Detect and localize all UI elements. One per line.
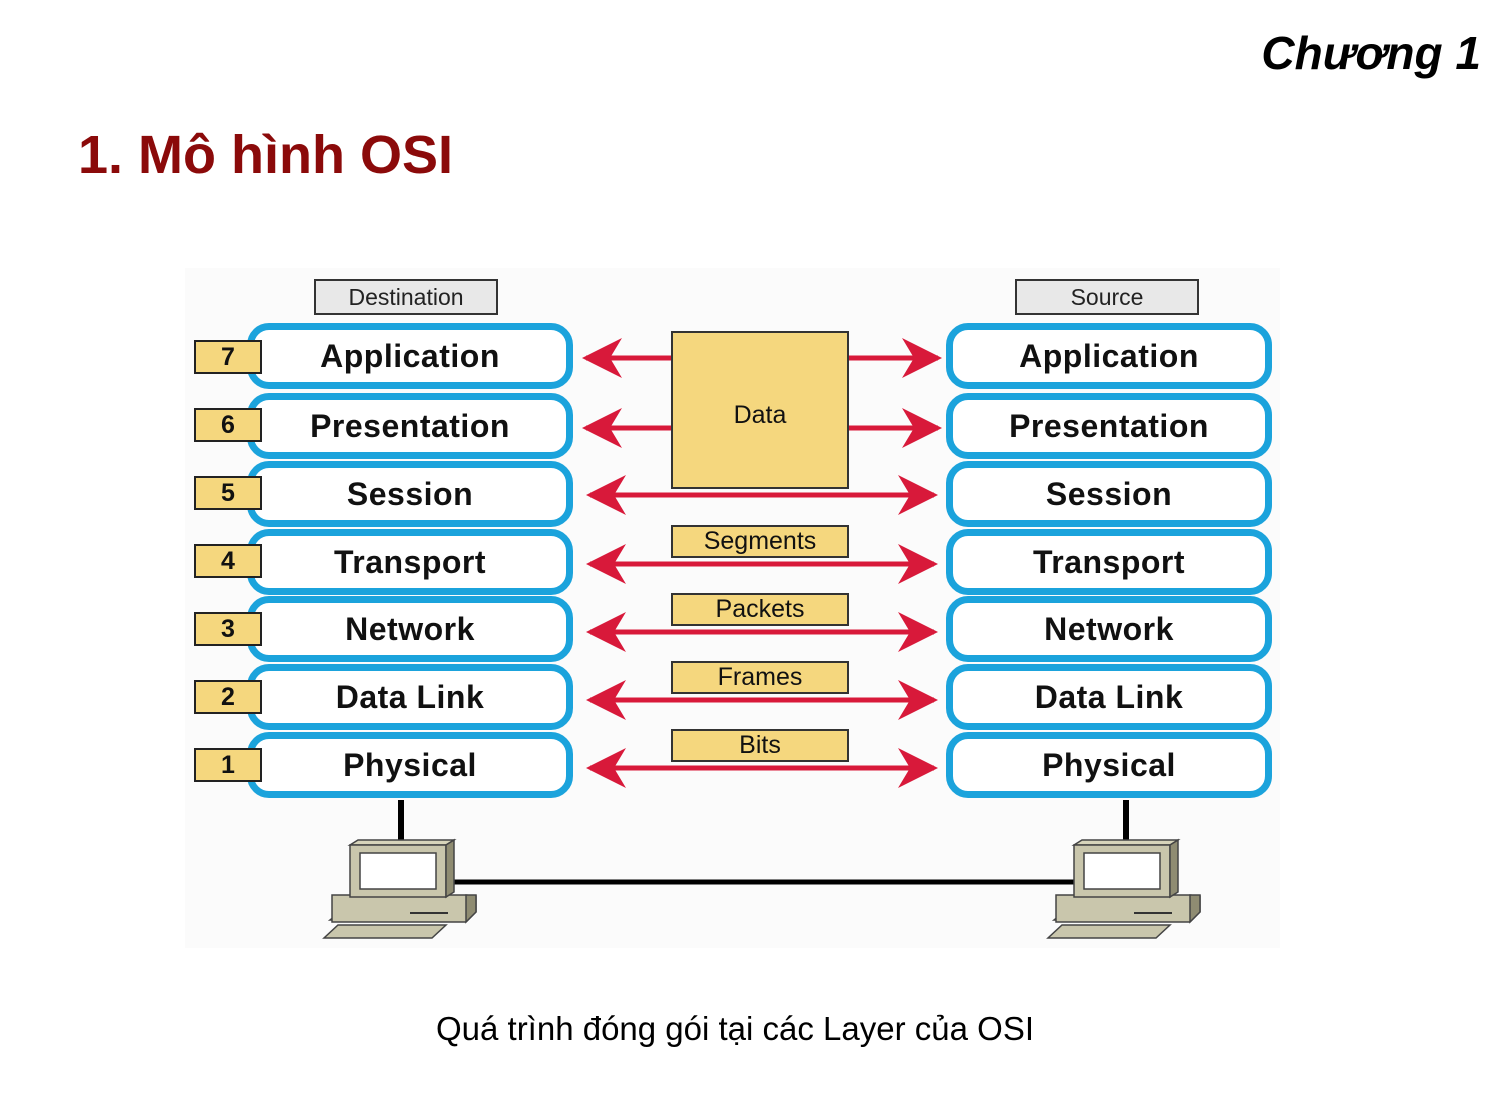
layer-number-4: 4 bbox=[194, 544, 262, 578]
dest-layer-physical: Physical bbox=[247, 732, 573, 798]
layer-number-1: 1 bbox=[194, 748, 262, 782]
src-layer-datalink: Data Link bbox=[946, 664, 1272, 730]
src-layer-physical: Physical bbox=[946, 732, 1272, 798]
src-layer-session: Session bbox=[946, 461, 1272, 527]
dest-layer-presentation: Presentation bbox=[247, 393, 573, 459]
pdu-data: Data bbox=[671, 331, 849, 489]
dest-layer-application: Application bbox=[247, 323, 573, 389]
src-layer-transport: Transport bbox=[946, 529, 1272, 595]
destination-computer-icon bbox=[322, 838, 477, 939]
layer-number-2: 2 bbox=[194, 680, 262, 714]
figure-caption: Quá trình đóng gói tại các Layer của OSI bbox=[435, 1010, 1034, 1047]
pdu-segments: Segments bbox=[671, 525, 849, 558]
src-layer-network: Network bbox=[946, 596, 1272, 662]
dest-layer-network: Network bbox=[247, 596, 573, 662]
pdu-packets: Packets bbox=[671, 593, 849, 626]
pdu-bits: Bits bbox=[671, 729, 849, 762]
dest-layer-session: Session bbox=[247, 461, 573, 527]
src-layer-application: Application bbox=[946, 323, 1272, 389]
layer-number-7: 7 bbox=[194, 340, 262, 374]
dest-layer-transport: Transport bbox=[247, 529, 573, 595]
layer-number-6: 6 bbox=[194, 408, 262, 442]
src-layer-presentation: Presentation bbox=[946, 393, 1272, 459]
layer-number-3: 3 bbox=[194, 612, 262, 646]
source-computer-icon bbox=[1046, 838, 1201, 939]
layer-number-5: 5 bbox=[194, 476, 262, 510]
pdu-frames: Frames bbox=[671, 661, 849, 694]
dest-layer-datalink: Data Link bbox=[247, 664, 573, 730]
